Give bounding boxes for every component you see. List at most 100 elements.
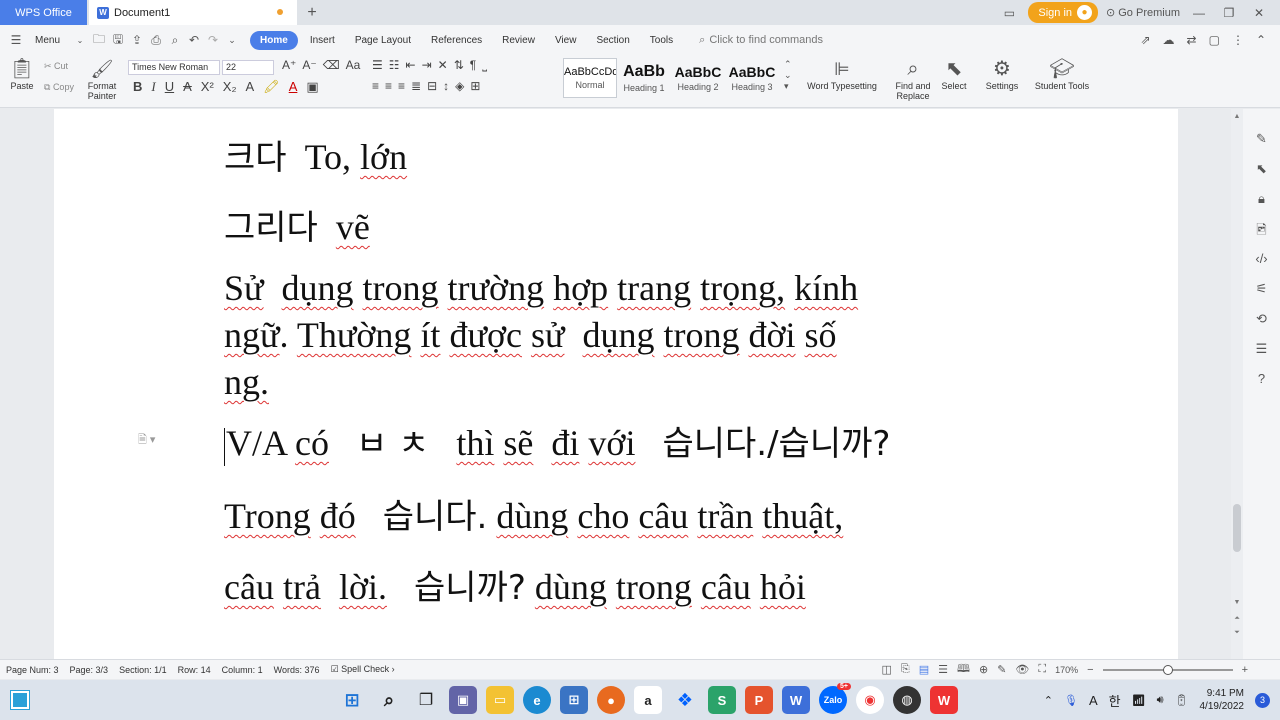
comment-icon[interactable]: ▢ — [1209, 33, 1220, 47]
open-folder-icon[interactable]: 🗀 — [91, 30, 107, 51]
styles-expand-icon[interactable]: ⌃ ⌄ ▾ — [784, 59, 792, 92]
align-center-icon[interactable]: ≡ — [385, 79, 392, 93]
wps-office-icon[interactable]: W — [930, 686, 958, 714]
task-view-icon[interactable]: ❐ — [412, 686, 440, 714]
select-button[interactable]: ⬉ Select — [936, 57, 972, 91]
minimize-icon[interactable]: — — [1188, 6, 1210, 20]
battery-icon[interactable]: 🔋︎ — [1175, 694, 1189, 707]
file-explorer-icon[interactable]: ▭ — [486, 686, 514, 714]
zoom-slider[interactable] — [1102, 664, 1233, 675]
copy-button[interactable]: ⧉ Copy — [44, 82, 74, 93]
protect-icon[interactable]: ⎘ — [901, 663, 910, 676]
hamburger-icon[interactable]: ☰ — [8, 33, 24, 47]
tray-overflow-icon[interactable]: ⌃ — [1044, 694, 1053, 707]
chrome-icon[interactable]: ◉ — [856, 686, 884, 714]
bold-icon[interactable]: B — [133, 79, 142, 95]
presentation-icon[interactable]: P — [745, 686, 773, 714]
style-heading-1[interactable]: AaBb Heading 1 — [617, 58, 671, 98]
tab-view[interactable]: View — [547, 31, 585, 50]
shrink-font-icon[interactable]: A⁻ — [302, 58, 316, 72]
tab-home[interactable]: Home — [250, 30, 298, 50]
wps-office-tab[interactable]: WPS Office — [0, 0, 87, 25]
tab-page-layout[interactable]: Page Layout — [347, 31, 419, 50]
tab-overview-icon[interactable]: ▭ — [998, 6, 1020, 20]
word-count-status[interactable]: Words: 376 — [274, 665, 320, 675]
section-status[interactable]: Section: 1/1 — [119, 665, 167, 675]
subscript-icon[interactable]: X₂ — [223, 79, 237, 95]
numbering-icon[interactable]: ☷ — [389, 58, 400, 73]
search-icon[interactable]: ⌕ — [375, 686, 403, 714]
clear-format-icon[interactable]: ⌫ — [323, 58, 340, 72]
sign-in-button[interactable]: Sign in ● — [1028, 2, 1099, 23]
sync-icon[interactable]: ⇄ — [1187, 33, 1197, 47]
pen-icon[interactable]: ✎ — [1256, 131, 1267, 149]
amazon-icon[interactable]: a — [634, 686, 662, 714]
doc-line-5[interactable]: ng. — [224, 360, 269, 404]
zoom-out-icon[interactable]: − — [1087, 664, 1093, 676]
show-marks-icon[interactable]: ¶ — [470, 58, 476, 73]
scroll-down-icon[interactable]: ▼ — [1231, 599, 1243, 606]
align-left-icon[interactable]: ≡ — [372, 79, 379, 93]
italic-icon[interactable]: I — [151, 79, 155, 95]
firefox-icon[interactable]: ● — [597, 686, 625, 714]
obs-icon[interactable]: ◍ — [893, 686, 921, 714]
font-color-icon[interactable]: A — [289, 79, 298, 95]
outline-icon[interactable]: ☰ — [1256, 341, 1268, 359]
paragraph-handle-icon[interactable]: 🗎 ▾ — [138, 431, 155, 450]
history-icon[interactable]: ⟲ — [1256, 311, 1267, 329]
help-icon[interactable]: ? — [1258, 371, 1265, 389]
justify-icon[interactable]: ≣ — [411, 79, 421, 93]
doc-line-7[interactable]: Trong đó 습니다. dùng cho câu trần thuật, — [224, 494, 843, 539]
microphone-icon[interactable]: 🎙︎ — [1064, 694, 1078, 707]
font-family-select[interactable]: Times New Roman — [128, 60, 220, 75]
notification-count[interactable]: 3 — [1255, 692, 1270, 708]
dropbox-icon[interactable]: ❖ — [671, 686, 699, 714]
edit-image-icon[interactable]: 🖻 — [1256, 221, 1266, 239]
line-spacing-icon[interactable]: ↕ — [443, 79, 449, 93]
find-replace-button[interactable]: ⌕ Find and Replace — [893, 57, 933, 101]
format-painter-button[interactable]: 🖌︎ Format Painter — [86, 57, 118, 101]
doc-line-1[interactable]: 크다 To, lớn — [224, 135, 407, 180]
next-page-icon[interactable]: ⏷ — [1231, 629, 1243, 637]
document-tab[interactable]: W Document1 — [89, 0, 297, 25]
chinese-layout-icon[interactable]: ✕ — [438, 58, 448, 73]
go-premium-button[interactable]: ⊙ Go Premium — [1106, 6, 1180, 20]
text-effects-icon[interactable]: A — [246, 79, 255, 95]
outline-view-icon[interactable]: ☰ — [938, 663, 948, 676]
menu-button[interactable]: Menu — [27, 31, 68, 50]
settings-button[interactable]: ⚙ Settings — [980, 57, 1024, 91]
start-windows-icon[interactable]: ⊞ — [338, 686, 366, 714]
bullets-icon[interactable]: ☰ — [372, 58, 383, 73]
increase-indent-icon[interactable]: ⇥ — [422, 58, 432, 73]
tab-references[interactable]: References — [423, 31, 490, 50]
widgets-button[interactable] — [0, 690, 40, 710]
page-num-status[interactable]: Page Num: 3 — [6, 665, 59, 675]
zoom-slider-knob[interactable] — [1162, 664, 1173, 675]
borders-icon[interactable]: ⊞ — [470, 79, 480, 93]
reading-view-icon[interactable]: 🕮 — [957, 660, 970, 679]
code-icon[interactable]: ‹/› — [1255, 251, 1267, 269]
focus-mode-icon[interactable]: ◫ — [882, 663, 892, 676]
share-icon[interactable]: ⇗ — [1140, 33, 1150, 47]
eye-protection-icon[interactable]: 👁︎ — [1015, 663, 1029, 676]
zoom-in-icon[interactable]: + — [1242, 664, 1248, 676]
collapse-ribbon-icon[interactable]: ⌃ — [1256, 33, 1266, 47]
zoom-level[interactable]: 170% — [1055, 665, 1078, 675]
font-size-select[interactable]: 22 — [222, 60, 274, 75]
tab-tools[interactable]: Tools — [642, 31, 681, 50]
highlight-icon[interactable]: 🖍︎ — [263, 79, 280, 95]
more-icon[interactable]: ⋮ — [1232, 33, 1244, 47]
scrollbar-thumb[interactable] — [1233, 504, 1241, 552]
pen-view-icon[interactable]: ✎ — [997, 663, 1006, 676]
underline-icon[interactable]: U — [165, 79, 174, 95]
sheets-icon[interactable]: S — [708, 686, 736, 714]
tab-section[interactable]: Section — [588, 31, 637, 50]
grow-font-icon[interactable]: A⁺ — [282, 58, 296, 72]
writer-icon[interactable]: W — [782, 686, 810, 714]
spell-check-button[interactable]: ☑ Spell Check › — [331, 664, 395, 675]
input-method-indicator[interactable]: A — [1089, 693, 1098, 708]
doc-line-4[interactable]: ngữ. Thường ít được sử dụng trong đời số — [224, 313, 837, 357]
save-icon[interactable]: 🖫 — [110, 30, 126, 51]
word-typesetting-button[interactable]: ⊫ Word Typesetting — [802, 57, 882, 91]
page-view-icon[interactable]: ▤ — [919, 663, 929, 676]
